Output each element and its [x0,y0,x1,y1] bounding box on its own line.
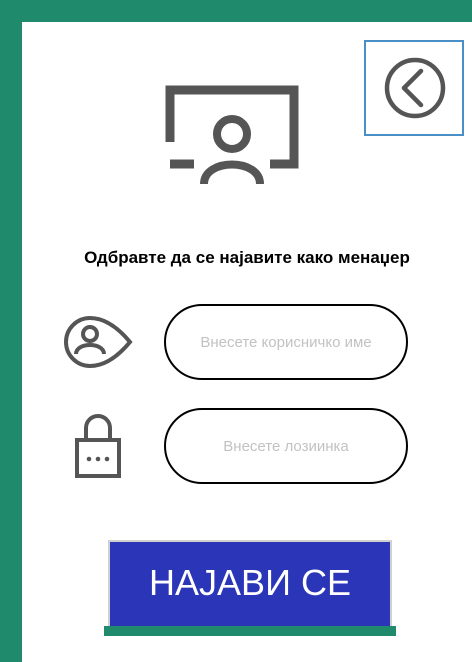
back-arrow-icon [384,57,446,119]
login-prompt: Одбравте да се најавите како менаџер [84,248,410,267]
presenter-screen-icon [165,85,299,185]
back-button[interactable] [364,40,464,136]
password-input[interactable] [164,408,408,484]
login-button[interactable]: НАЈАВИ СЕ [108,540,392,632]
user-location-icon [64,315,133,369]
login-button-label: НАЈАВИ СЕ [149,562,351,603]
lock-icon [75,414,121,478]
username-input[interactable] [164,304,408,380]
login-button-underline [104,626,396,636]
login-panel: Одбравте да се најавите како менаџер НАЈ… [22,22,472,662]
top-band [0,0,472,22]
